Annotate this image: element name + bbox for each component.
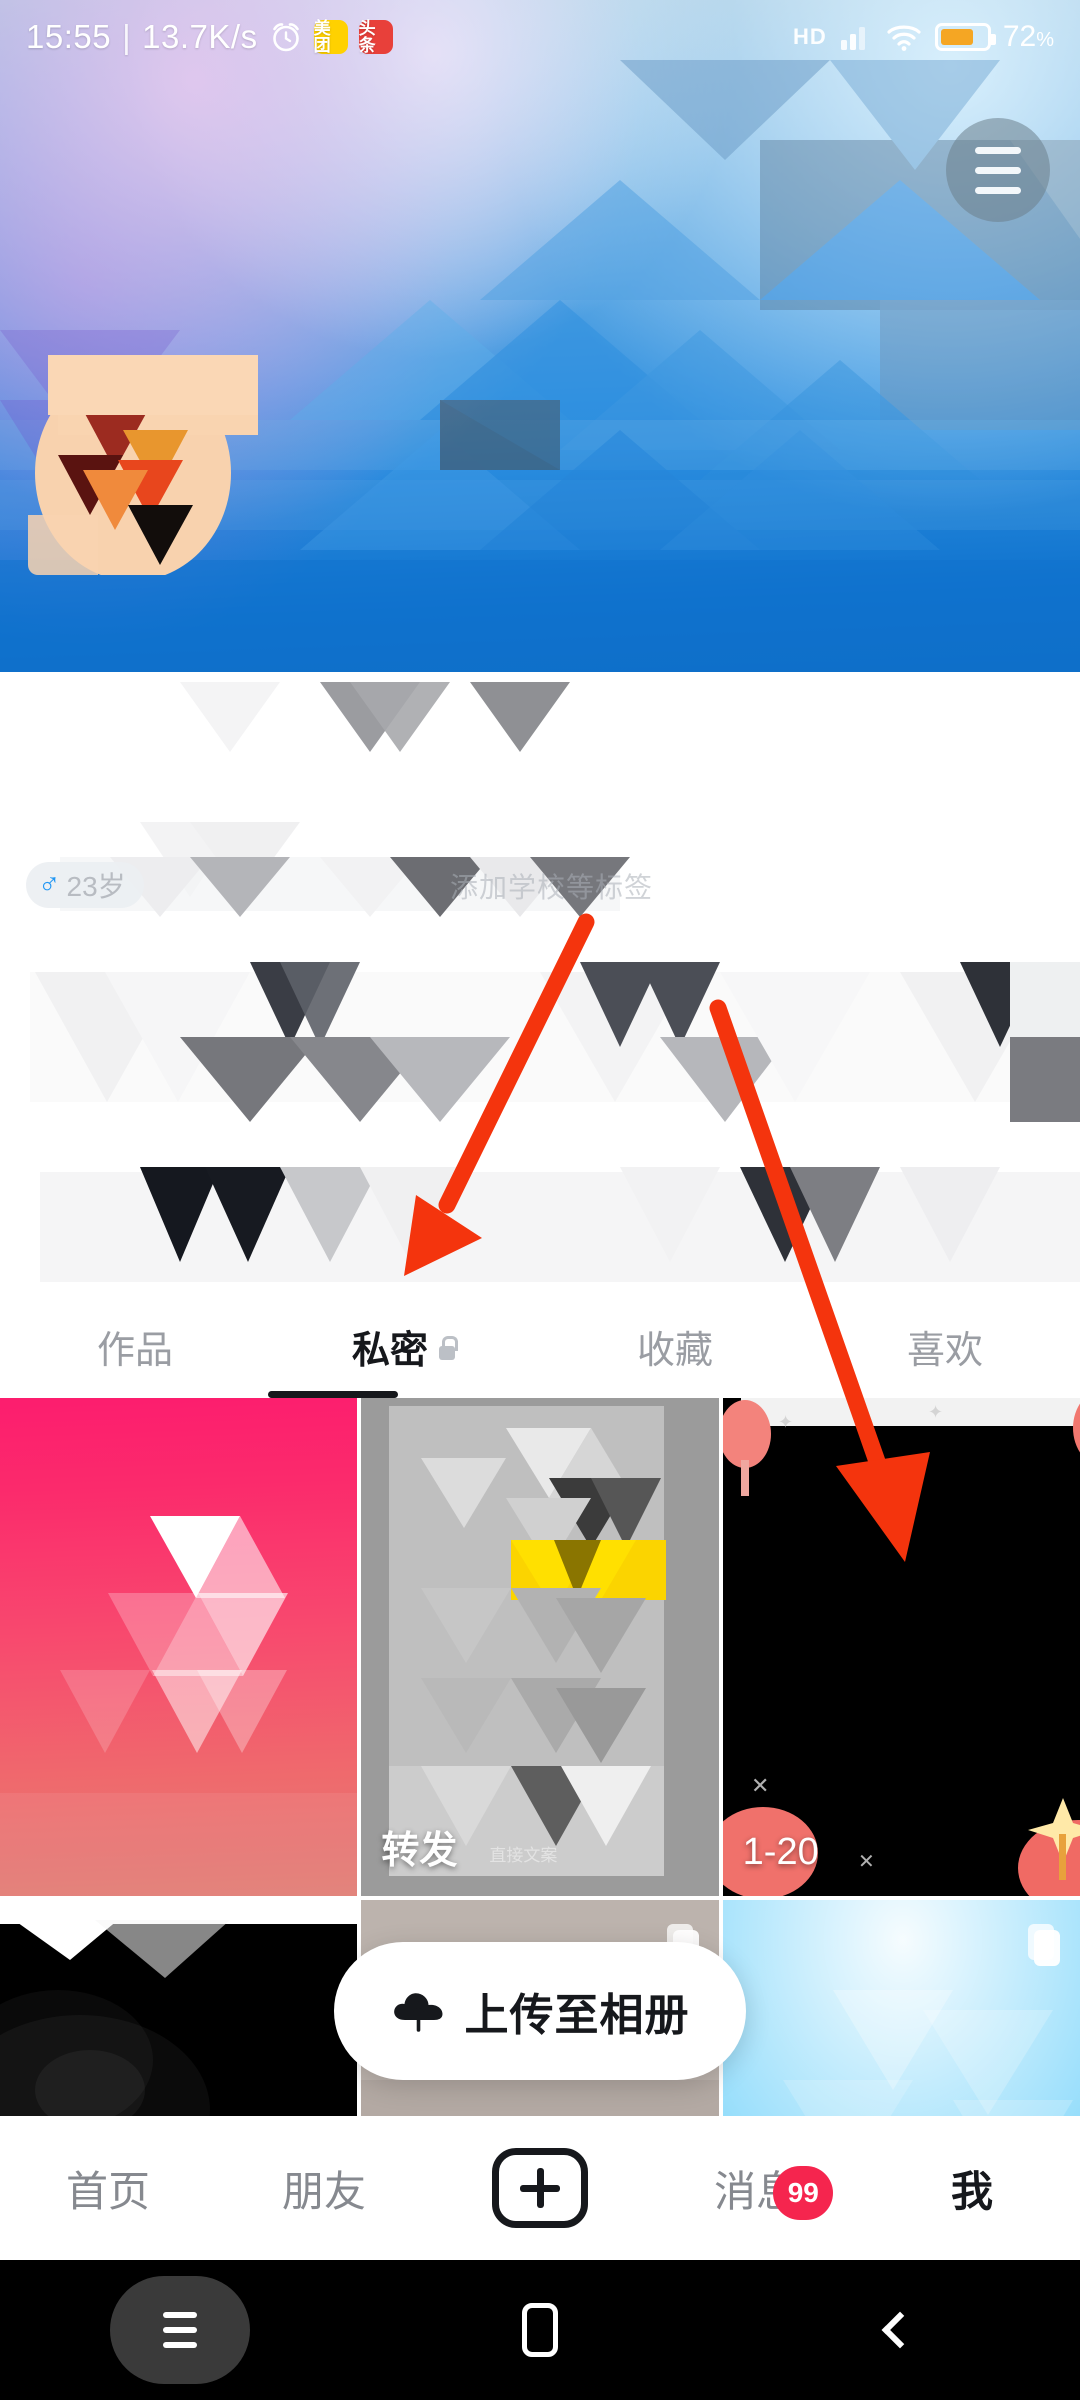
- status-bar-right: HD 72%: [793, 20, 1054, 54]
- network-speed: 13.7K/s: [142, 18, 258, 55]
- profile-tabs: 作品 私密 收藏 喜欢: [0, 1295, 1080, 1398]
- svg-text:✦: ✦: [778, 1412, 793, 1432]
- plus-glyph: [520, 2168, 560, 2208]
- status-separator: |: [122, 18, 132, 55]
- nav-item-home-label: 首页: [65, 2167, 150, 2215]
- lock-icon: [436, 1334, 458, 1360]
- profile-mosaic-overlay: [30, 682, 1080, 1282]
- cloud-upload-icon: [393, 1993, 442, 2032]
- back-icon: [881, 2311, 919, 2349]
- upload-to-album-button[interactable]: 上传至相册: [334, 1942, 746, 2080]
- svg-text:✦: ✦: [928, 1402, 943, 1422]
- toutiao-icon: 头条: [358, 20, 393, 54]
- add-school-tag-placeholder[interactable]: 添加学校等标签: [450, 866, 653, 906]
- tab-active-indicator: [268, 1391, 398, 1398]
- tab-likes[interactable]: 喜欢: [810, 1295, 1080, 1398]
- nav-item-me-label: 我: [950, 2167, 993, 2215]
- nav-item-messages[interactable]: 消息 99: [648, 2158, 864, 2220]
- male-gender-icon: ♂: [38, 868, 61, 901]
- messages-unread-badge: 99: [773, 2165, 834, 2220]
- nav-item-friends[interactable]: 朋友: [216, 2158, 432, 2219]
- grid-item-2-label: 转发: [381, 1830, 458, 1872]
- grid-item-1-art: [0, 1516, 358, 1896]
- nav-item-me[interactable]: 我: [864, 2158, 1080, 2219]
- android-navigation-bar: [0, 2260, 1080, 2400]
- recents-bar-1: [163, 2312, 197, 2318]
- home-icon: [522, 2303, 558, 2357]
- tab-works-label: 作品: [96, 1330, 173, 1372]
- grid-item-1[interactable]: [0, 1398, 358, 1896]
- android-back-button[interactable]: [720, 2311, 1080, 2349]
- battery-fill: [940, 29, 973, 45]
- svg-text:✕: ✕: [751, 1773, 769, 1798]
- tab-private[interactable]: 私密: [270, 1295, 540, 1398]
- avatar[interactable]: [28, 355, 268, 575]
- tab-works[interactable]: 作品: [0, 1295, 270, 1398]
- tab-favorites[interactable]: 收藏: [540, 1295, 810, 1398]
- phone-screen: 15:55 | 13.7K/s 美团 头条 HD 72% ♂ 23岁 添加学校等…: [0, 0, 1080, 2400]
- nav-item-home[interactable]: 首页: [0, 2158, 216, 2219]
- grid-item-3-label: 1-20: [742, 1831, 819, 1873]
- status-bar: 15:55 | 13.7K/s 美团 头条 HD 72%: [0, 0, 1080, 74]
- grid-item-6[interactable]: [722, 1900, 1080, 2116]
- menu-bar-1: [975, 146, 1021, 154]
- hd-label: HD: [793, 24, 827, 49]
- clock: 15:55: [26, 18, 112, 55]
- recents-bar-2: [163, 2327, 197, 2333]
- battery-icon: [934, 23, 996, 51]
- wifi-icon: [887, 25, 921, 51]
- grid-item-4[interactable]: [0, 1900, 358, 2116]
- svg-text:✕: ✕: [858, 1851, 875, 1873]
- nav-item-friends-label: 朋友: [281, 2167, 366, 2215]
- recents-bar-3: [163, 2342, 197, 2348]
- grid-item-3[interactable]: ✕ ✕ ✕ ✦ ✦ 1-20: [722, 1398, 1080, 1896]
- menu-bar-3: [975, 186, 1021, 194]
- hamburger-menu-icon[interactable]: [946, 118, 1050, 222]
- recents-icon[interactable]: [110, 2276, 250, 2384]
- grid-item-2[interactable]: 转发 直接文案: [361, 1398, 719, 1896]
- profile-info-section: [0, 672, 1080, 1295]
- plus-icon[interactable]: [492, 2148, 588, 2228]
- android-recents-button[interactable]: [0, 2276, 360, 2384]
- signal-icon: [840, 27, 865, 50]
- grid-item-4-art: [0, 1900, 358, 2116]
- meituan-icon: 美团: [313, 20, 348, 54]
- gender-age-badge[interactable]: ♂ 23岁: [26, 862, 144, 908]
- grid-item-2-sublabel: 直接文案: [489, 1846, 558, 1865]
- upload-to-album-label: 上传至相册: [464, 1991, 690, 2040]
- multi-page-icon: [1024, 1924, 1060, 1968]
- menu-bar-2: [975, 166, 1021, 174]
- tab-likes-label: 喜欢: [906, 1330, 983, 1372]
- nav-item-create[interactable]: [432, 2148, 648, 2228]
- alarm-icon: [272, 23, 299, 52]
- android-home-button[interactable]: [360, 2303, 720, 2357]
- tab-favorites-label: 收藏: [636, 1330, 713, 1372]
- age-label: 23岁: [66, 871, 126, 902]
- grid-item-3-art: ✕ ✕ ✕ ✦ ✦: [722, 1398, 1080, 1896]
- bottom-navigation-bar: 首页 朋友 消息 99 我: [0, 2116, 1080, 2260]
- tab-private-label: 私密: [351, 1330, 428, 1372]
- profile-cover-image[interactable]: [0, 0, 1080, 672]
- battery-percent: 72%: [1002, 20, 1054, 53]
- status-bar-left: 15:55 | 13.7K/s 美团 头条: [26, 18, 393, 56]
